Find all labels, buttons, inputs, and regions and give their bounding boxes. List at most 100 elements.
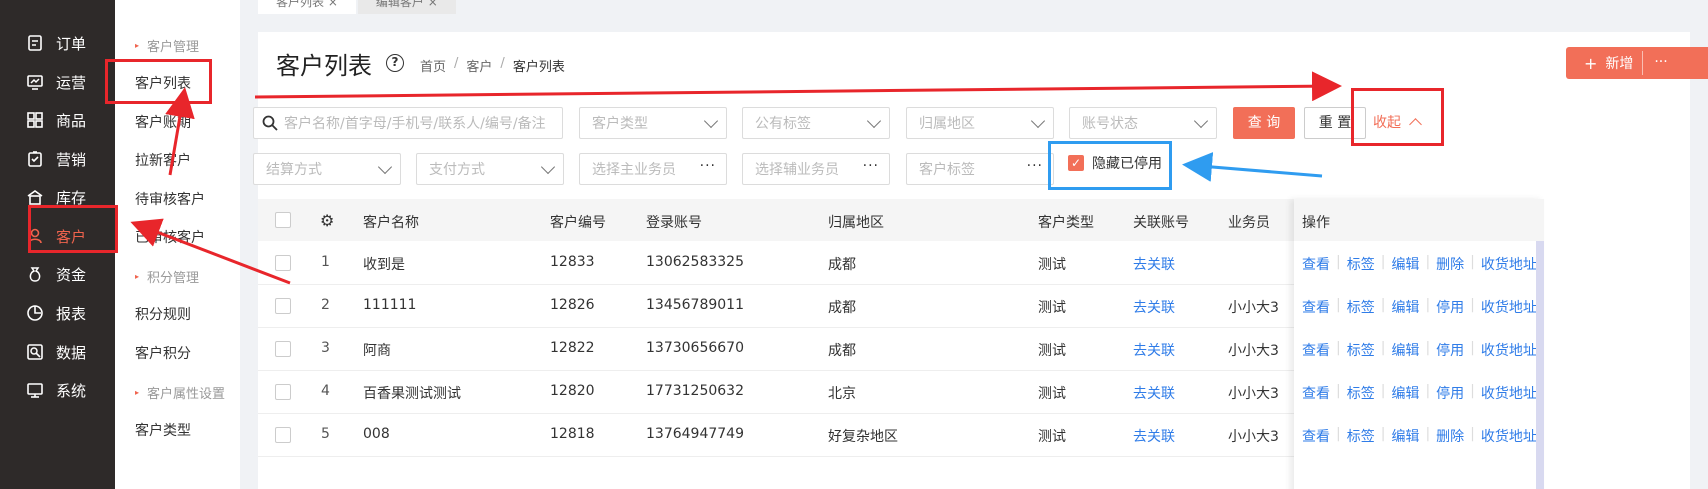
- op-link[interactable]: 编辑: [1391, 426, 1419, 446]
- cell-linked-account[interactable]: 去关联: [1133, 254, 1175, 274]
- cell-linked-account[interactable]: 去关联: [1133, 383, 1175, 403]
- nav-label: 客户: [56, 227, 87, 246]
- vertical-scrollbar[interactable]: [1536, 241, 1544, 489]
- breadcrumb-home[interactable]: 首页: [420, 56, 446, 75]
- reset-button[interactable]: 重 置: [1304, 107, 1366, 139]
- app-root: 订单 运营 商品 营销 库存 客户 资金 报表 数据 系统 ▸ 客户管理 客户列…: [0, 0, 1708, 489]
- public-tag-select[interactable]: 公有标签: [742, 107, 890, 139]
- breadcrumb-customer[interactable]: 客户: [466, 56, 492, 75]
- op-link[interactable]: 删除: [1436, 426, 1464, 446]
- cell-region: 北京: [828, 386, 856, 402]
- ops-separator: |: [1380, 297, 1386, 313]
- cell-customer-name: 百香果测试测试: [363, 386, 461, 402]
- ops-separator: |: [1380, 254, 1386, 270]
- triangle-icon: ▸: [135, 41, 140, 50]
- cell-customer-code: 12822: [550, 340, 595, 356]
- op-link[interactable]: 收货地址: [1481, 383, 1537, 403]
- op-link[interactable]: 收货地址: [1481, 340, 1537, 360]
- op-link[interactable]: 收货地址: [1481, 426, 1537, 446]
- select-all-checkbox[interactable]: [275, 212, 291, 228]
- op-link[interactable]: 标签: [1347, 426, 1375, 446]
- region-select[interactable]: 归属地区: [906, 107, 1054, 139]
- help-icon[interactable]: ?: [386, 54, 404, 72]
- subnav-item-approved-customers[interactable]: 已审核客户: [135, 227, 205, 247]
- op-link[interactable]: 标签: [1347, 254, 1375, 274]
- nav-item-order[interactable]: 订单: [26, 28, 86, 58]
- cell-linked-account[interactable]: 去关联: [1133, 297, 1175, 317]
- row-checkbox[interactable]: [275, 341, 291, 357]
- nav-label: 商品: [56, 111, 87, 130]
- nav-item-operation[interactable]: 运营: [26, 67, 86, 97]
- subnav-item-customer-type[interactable]: 客户类型: [135, 420, 191, 440]
- subnav-item-pending-customers[interactable]: 待审核客户: [135, 189, 205, 209]
- op-link[interactable]: 标签: [1347, 340, 1375, 360]
- header-customer-name: 客户名称: [363, 215, 419, 231]
- subnav-item-customer-points[interactable]: 客户积分: [135, 343, 191, 363]
- account-status-select[interactable]: 账号状态: [1069, 107, 1217, 139]
- cell-login-account: 17731250632: [646, 383, 744, 399]
- row-checkbox[interactable]: [275, 384, 291, 400]
- op-link[interactable]: 标签: [1347, 383, 1375, 403]
- hide-disabled-checkbox[interactable]: ✓ 隐藏已停用: [1068, 153, 1162, 173]
- settlement-select[interactable]: 结算方式: [253, 153, 401, 185]
- op-link[interactable]: 查看: [1302, 426, 1330, 446]
- nav-item-report[interactable]: 报表: [26, 298, 86, 328]
- payment-select[interactable]: 支付方式: [416, 153, 564, 185]
- main-salesman-picker[interactable]: 选择主业务员 ···: [579, 153, 727, 185]
- search-input[interactable]: 客户名称/首字母/手机号/联系人/编号/备注: [253, 107, 563, 139]
- op-link[interactable]: 停用: [1436, 340, 1464, 360]
- subnav-item-new-customers[interactable]: 拉新客户: [135, 150, 191, 170]
- row-checkbox[interactable]: [275, 298, 291, 314]
- subnav-group-customer-mgmt: ▸ 客户管理: [135, 40, 200, 55]
- op-link[interactable]: 查看: [1302, 254, 1330, 274]
- op-link[interactable]: 查看: [1302, 340, 1330, 360]
- settings-gear-icon[interactable]: ⚙: [320, 211, 334, 230]
- nav-item-system[interactable]: 系统: [26, 375, 86, 405]
- tab-edit-customer[interactable]: 编辑客户 ×: [357, 0, 456, 14]
- op-link[interactable]: 查看: [1302, 297, 1330, 317]
- nav-item-inventory[interactable]: 库存: [26, 182, 86, 212]
- nav-item-funds[interactable]: 资金: [26, 259, 86, 289]
- cell-linked-account[interactable]: 去关联: [1133, 340, 1175, 360]
- row-checkbox[interactable]: [275, 427, 291, 443]
- subnav-item-customer-list[interactable]: 客户列表: [135, 73, 191, 93]
- assist-salesman-picker[interactable]: 选择辅业务员 ···: [742, 153, 890, 185]
- nav-item-marketing[interactable]: 营销: [26, 144, 86, 174]
- op-link[interactable]: 编辑: [1391, 340, 1419, 360]
- chevron-down-icon: [377, 159, 393, 175]
- more-button[interactable]: ···: [1643, 47, 1679, 79]
- subnav-item-customer-term[interactable]: 客户账期: [135, 112, 191, 132]
- op-link[interactable]: 查看: [1302, 383, 1330, 403]
- op-link[interactable]: 编辑: [1391, 254, 1419, 274]
- chevron-down-icon: [1030, 113, 1046, 129]
- customer-tag-picker[interactable]: 客户标签 ···: [906, 153, 1054, 185]
- chevron-down-icon: [866, 113, 882, 129]
- op-link[interactable]: 编辑: [1391, 297, 1419, 317]
- op-link[interactable]: 编辑: [1391, 383, 1419, 403]
- op-link[interactable]: 标签: [1347, 297, 1375, 317]
- nav-item-customer[interactable]: 客户: [26, 221, 86, 251]
- marketing-icon: [26, 150, 44, 168]
- row-checkbox[interactable]: [275, 255, 291, 271]
- collapse-toggle[interactable]: 收起: [1373, 112, 1423, 132]
- subnav-group-points: ▸ 积分管理: [135, 271, 200, 286]
- op-link[interactable]: 收货地址: [1481, 297, 1537, 317]
- nav-label: 数据: [56, 343, 87, 362]
- query-button[interactable]: 查 询: [1233, 107, 1295, 139]
- new-button[interactable]: + 新增: [1566, 47, 1642, 79]
- tab-customer-list[interactable]: 客户列表 ×: [258, 0, 356, 14]
- nav-item-data[interactable]: 数据: [26, 337, 86, 367]
- customer-type-select[interactable]: 客户类型: [579, 107, 727, 139]
- chevron-up-icon: [1409, 118, 1423, 131]
- triangle-icon: ▸: [135, 272, 140, 281]
- cell-linked-account[interactable]: 去关联: [1133, 426, 1175, 446]
- nav-item-goods[interactable]: 商品: [26, 105, 86, 135]
- op-link[interactable]: 删除: [1436, 254, 1464, 274]
- op-link[interactable]: 停用: [1436, 297, 1464, 317]
- subnav-item-points-rules[interactable]: 积分规则: [135, 304, 191, 324]
- breadcrumb-separator: /: [454, 56, 459, 71]
- ops-separator: |: [1470, 426, 1475, 442]
- op-link[interactable]: 停用: [1436, 383, 1464, 403]
- table-row: 3 阿商 12822 13730656670 成都 测试 去关联 小小大3: [258, 327, 1294, 371]
- op-link[interactable]: 收货地址: [1481, 254, 1537, 274]
